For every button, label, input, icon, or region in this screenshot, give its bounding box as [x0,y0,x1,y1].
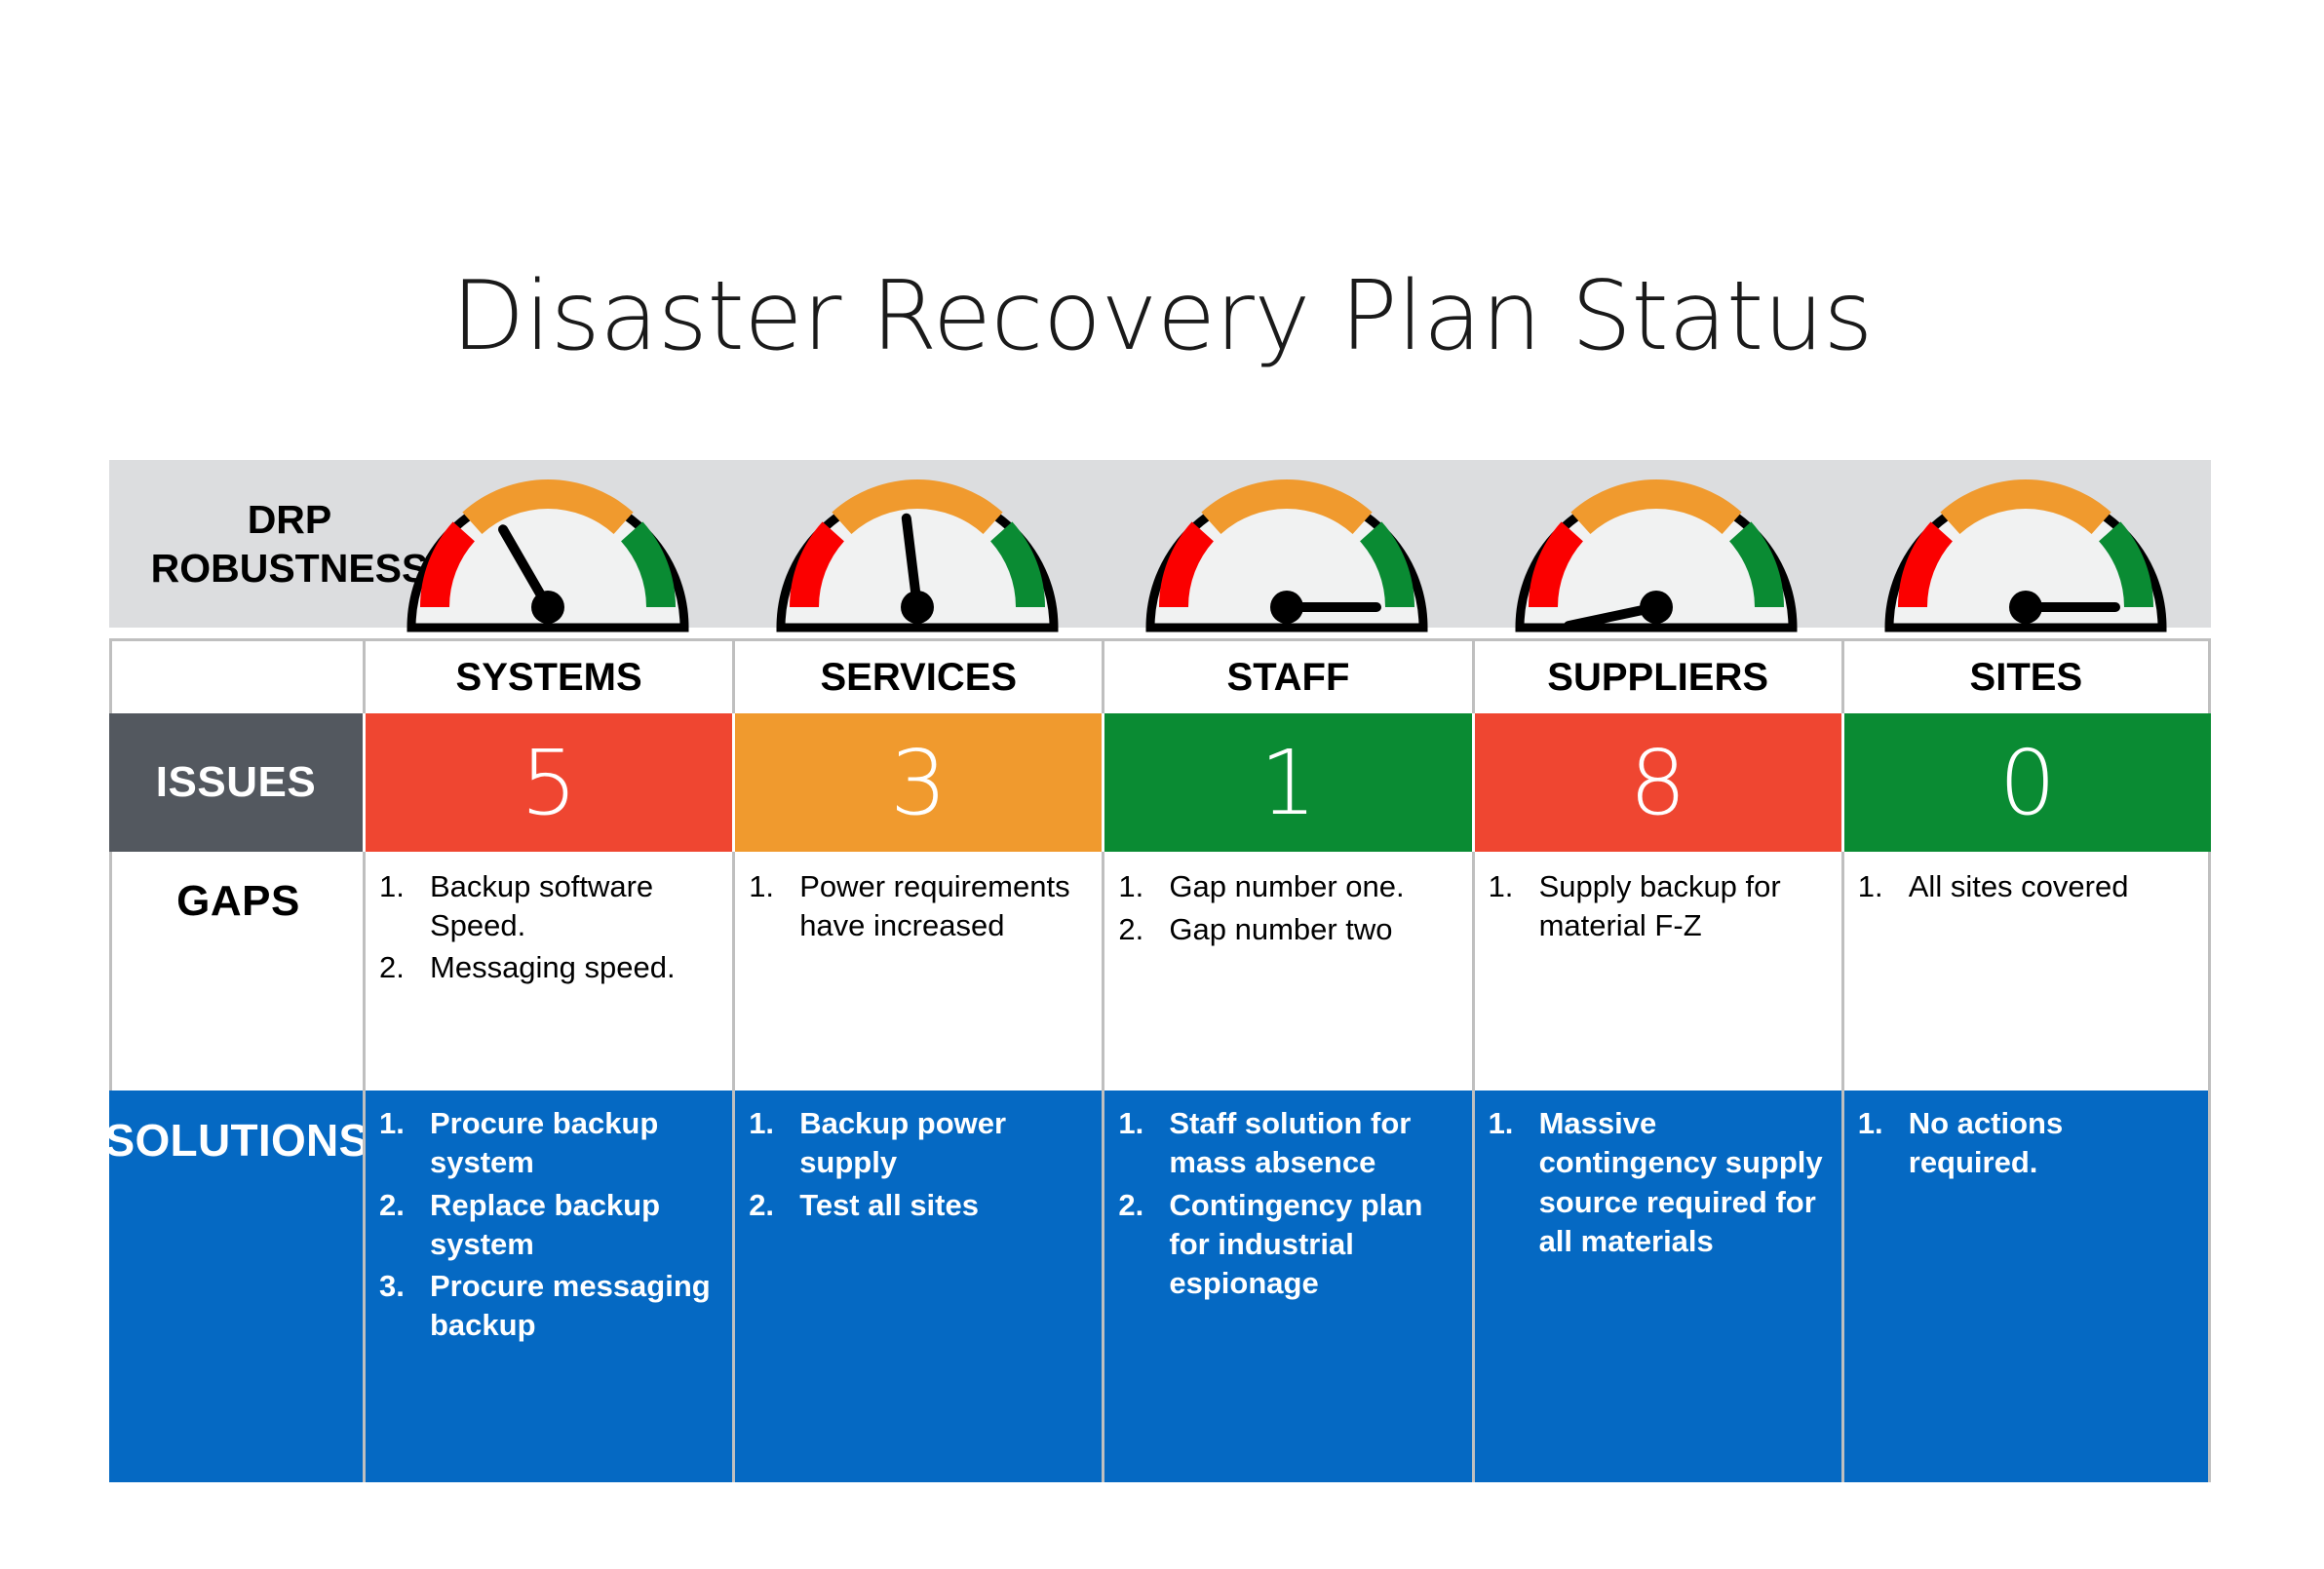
gaps-list-staff: 1. Gap number one. 2. Gap number two [1118,867,1459,948]
gap-item-text: Supply backup for material F-Z [1538,869,1781,942]
solution-item-number: 2. [749,1187,775,1222]
solutions-cell-systems: 1. Procure backup system 2. Replace backup … [363,1091,733,1482]
gap-item-text: Messaging speed. [430,950,676,985]
gaps-cell-sites: 1. All sites covered [1840,852,2211,1091]
table-header-row: SYSTEMS SERVICES STAFF SUPPLIERS SITES [109,638,2211,713]
solutions-list-systems: 1. Procure backup system 2. Replace backup … [379,1104,720,1346]
slide-canvas: Disaster Recovery Plan Status DRP ROBUST… [0,0,2324,1569]
solutions-cell-staff: 1. Staff solution for mass absence 2. Conti… [1102,1091,1472,1482]
solution-item: 2. Contingency plan for industrial espion… [1118,1186,1459,1304]
gap-item-number: 1. [379,869,405,903]
solution-item: 1. Procure backup system [379,1104,720,1183]
gaps-cell-suppliers: 1. Supply backup for material F-Z [1471,852,1841,1091]
solution-item-number: 1. [1857,1106,1883,1140]
solution-item-number: 2. [1118,1187,1144,1222]
gauge-suppliers [1510,437,1802,636]
solution-item: 1. Massive contingency supply source requ… [1489,1104,1830,1261]
issues-count-staff: 1 [1102,713,1472,852]
drp-robustness-label-line2: ROBUSTNESS [150,546,429,591]
gap-item: 1. Supply backup for material F-Z [1489,867,1830,944]
gap-item-number: 1. [1488,869,1514,903]
solutions-cell-suppliers: 1. Massive contingency supply source requ… [1471,1091,1841,1482]
solution-item-number: 1. [1488,1106,1514,1140]
issues-count-services: 3 [732,713,1103,852]
gauge-staff [1141,437,1433,636]
table-solutions-row: SOLUTIONS 1. Procure backup system 2. Repla… [104,1091,2211,1482]
solution-item-text: Staff solution for mass absence [1169,1106,1412,1180]
page-title: Disaster Recovery Plan Status [451,261,1874,372]
gap-item: 1. Backup software Speed. [379,867,720,944]
gaps-cell-systems: 1. Backup software Speed. 2. Messaging spee… [363,852,733,1091]
gauge-sites [1879,437,2172,636]
gap-item-number: 1. [1118,869,1144,903]
gap-item: 1. Gap number one. [1118,867,1459,906]
solution-item: 2. Test all sites [749,1186,1090,1225]
gap-item: 2. Messaging speed. [379,948,720,987]
solution-item: 1. No actions required. [1858,1104,2196,1183]
solutions-list-staff: 1. Staff solution for mass absence 2. Conti… [1118,1104,1459,1303]
gap-item: 1. All sites covered [1858,867,2196,906]
column-header-suppliers: SUPPLIERS [1471,638,1841,713]
gaps-list-services: 1. Power requirements have increased [749,867,1090,944]
gaps-cell-services: 1. Power requirements have increased [732,852,1103,1091]
solution-item-text: Massive contingency supply source requir… [1538,1106,1823,1258]
solution-item: 1. Staff solution for mass absence [1118,1104,1459,1183]
solutions-list-suppliers: 1. Massive contingency supply source requ… [1489,1104,1830,1261]
gap-item-number: 2. [1118,911,1144,946]
solution-item-text: Test all sites [799,1187,979,1222]
gap-item-text: Gap number one. [1169,869,1405,903]
column-header-services: SERVICES [732,638,1103,713]
solution-item-number: 1. [379,1106,405,1140]
gap-item-number: 1. [749,869,775,903]
drp-robustness-label-line1: DRP [247,496,332,542]
solution-item: 1. Backup power supply [749,1104,1090,1183]
gauge-systems [402,437,694,636]
gaps-list-sites: 1. All sites covered [1858,867,2196,906]
gap-item: 1. Power requirements have increased [749,867,1090,944]
issues-count-systems: 5 [363,713,733,852]
gap-item-text: Power requirements have increased [799,869,1070,942]
solution-item-text: Backup power supply [799,1106,1007,1180]
solutions-cell-services: 1. Backup power supply 2. Test all sites [732,1091,1103,1482]
solution-item-number: 1. [1118,1106,1144,1140]
issues-count-suppliers: 8 [1471,713,1841,852]
status-table: SYSTEMS SERVICES STAFF SUPPLIERS SITES ISSUE… [104,638,2211,1482]
solution-item-number: 3. [379,1269,405,1304]
gap-item-text: Backup software Speed. [430,869,654,942]
column-header-sites: SITES [1840,638,2211,713]
solutions-cell-sites: 1. No actions required. [1840,1091,2211,1482]
gap-item: 2. Gap number two [1118,910,1459,949]
column-header-staff: STAFF [1102,638,1472,713]
solutions-list-services: 1. Backup power supply 2. Test all sites [749,1104,1090,1225]
gap-item-text: Gap number two [1169,911,1393,946]
solution-item-text: Procure messaging backup [430,1269,711,1343]
solutions-list-sites: 1. No actions required. [1858,1104,2196,1183]
row-label-solutions: SOLUTIONS [104,1091,368,1482]
solution-item: 2. Replace backup system [379,1186,720,1265]
solution-item-text: No actions required. [1908,1106,2064,1180]
solution-item-text: Procure backup system [430,1106,659,1180]
gaps-list-systems: 1. Backup software Speed. 2. Messaging spee… [379,867,720,987]
gap-item-number: 1. [1857,869,1883,903]
solution-item-text: Replace backup system [430,1187,661,1261]
table-issues-row: ISSUES 53180 [109,713,2211,852]
column-header-systems: SYSTEMS [363,638,733,713]
solution-item-number: 1. [749,1106,775,1140]
issues-count-sites: 0 [1840,713,2211,852]
solution-item-text: Contingency plan for industrial espionag… [1169,1187,1423,1301]
solution-item-number: 2. [379,1187,405,1222]
table-gaps-row: GAPS 1. Backup software Speed. 2. Messaging… [109,852,2211,1091]
gap-item-number: 2. [379,950,405,985]
solution-item: 3. Procure messaging backup [379,1267,720,1346]
gaps-cell-staff: 1. Gap number one. 2. Gap number two [1102,852,1472,1091]
gauge-services [771,437,1064,636]
row-label-gaps: GAPS [109,852,363,1091]
gaps-list-suppliers: 1. Supply backup for material F-Z [1489,867,1830,944]
header-corner-cell [109,638,363,713]
gap-item-text: All sites covered [1908,869,2129,903]
row-label-issues: ISSUES [109,713,363,852]
